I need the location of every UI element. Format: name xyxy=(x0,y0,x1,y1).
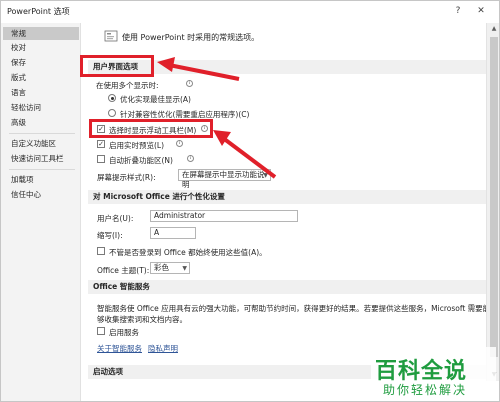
watermark: 百科全说 助你轻松解决 xyxy=(371,347,496,401)
watermark-logo: 百科全说 xyxy=(375,359,468,384)
annotation-arrow-1 xyxy=(157,57,240,81)
annotation-arrows xyxy=(157,57,277,179)
vertical-scrollbar[interactable]: ▲ ▼ xyxy=(486,23,499,381)
arrow-up-icon[interactable]: ▲ xyxy=(487,23,499,35)
options-dialog: PowerPoint 选项 ? ✕ 常规 校对 保存 版式 语言 轻松访问 高级… xyxy=(0,0,500,402)
annotation-arrow-2 xyxy=(213,130,277,179)
scrollbar-thumb[interactable] xyxy=(490,37,498,357)
watermark-subtitle: 助你轻松解决 xyxy=(383,383,468,397)
